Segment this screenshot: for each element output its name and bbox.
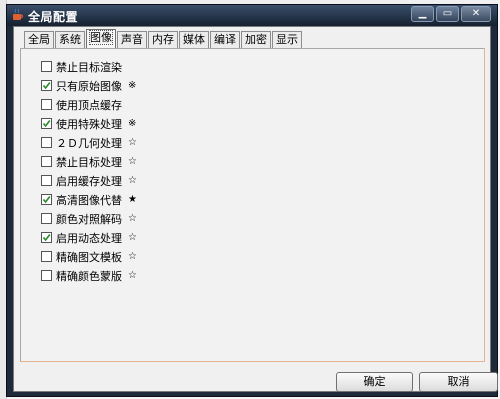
- star-outline-icon: ☆: [128, 175, 137, 186]
- option-label: 使用顶点缓存: [56, 98, 122, 112]
- title-bar[interactable]: 全局配置 ▁ ▭ ✕: [7, 5, 497, 26]
- cancel-button[interactable]: 取消: [419, 372, 498, 392]
- tab-memory[interactable]: 内存: [148, 31, 178, 48]
- option-row[interactable]: 颜色对照解码 ☆: [41, 209, 137, 228]
- tab-label: 加密: [245, 33, 267, 46]
- option-row[interactable]: 启用动态处理 ☆: [41, 228, 137, 247]
- checkbox[interactable]: [41, 270, 52, 281]
- checkbox-checked[interactable]: [41, 118, 52, 129]
- tab-strip: 全局 系统 图像 声音 内存 媒体 编译 加密 显示: [24, 29, 303, 49]
- tab-image[interactable]: 图像: [86, 29, 116, 48]
- settings-dialog: 全局配置 ▁ ▭ ✕ 全局 系统 图像 声音 内存 媒体 编译 加密 显示 禁止目标渲染 只有原始…: [6, 4, 498, 397]
- star-outline-icon: ☆: [128, 156, 137, 167]
- option-label: 启用缓存处理: [56, 174, 122, 188]
- option-row[interactable]: 使用顶点缓存: [41, 95, 137, 114]
- option-row[interactable]: ２Ｄ几何处理 ☆: [41, 133, 137, 152]
- star-outline-icon: ☆: [128, 232, 137, 243]
- tab-encrypt[interactable]: 加密: [241, 31, 271, 48]
- tab-system[interactable]: 系统: [55, 31, 85, 48]
- maximize-icon[interactable]: ▭: [436, 6, 459, 22]
- checkmark-icon: [42, 234, 51, 242]
- tab-sound[interactable]: 声音: [117, 31, 147, 48]
- checkbox[interactable]: [41, 137, 52, 148]
- tab-label: 图像: [89, 30, 113, 45]
- tab-media[interactable]: 媒体: [179, 31, 209, 48]
- star-filled-icon: ★: [128, 194, 137, 205]
- tab-compile[interactable]: 编译: [210, 31, 240, 48]
- checkbox[interactable]: [41, 213, 52, 224]
- option-row[interactable]: 禁止目标处理 ☆: [41, 152, 137, 171]
- checkbox[interactable]: [41, 251, 52, 262]
- checkbox-checked[interactable]: [41, 80, 52, 91]
- checkbox[interactable]: [41, 156, 52, 167]
- tab-label: 编译: [214, 33, 236, 46]
- option-row[interactable]: 启用缓存处理 ☆: [41, 171, 137, 190]
- reference-mark-icon: ※: [128, 80, 137, 91]
- option-list: 禁止目标渲染 只有原始图像 ※ 使用顶点缓存 使用特殊处理 ※ ２Ｄ几何处理 ☆ 禁止目标处理 ☆…: [41, 57, 137, 285]
- option-label: 只有原始图像: [56, 79, 122, 93]
- reference-mark-icon: ※: [128, 118, 137, 129]
- option-label: 使用特殊处理: [56, 117, 122, 131]
- window-title: 全局配置: [28, 10, 79, 24]
- option-label: ２Ｄ几何处理: [56, 136, 122, 150]
- option-row[interactable]: 禁止目标渲染: [41, 57, 137, 76]
- option-row[interactable]: 精确颜色蒙版 ☆: [41, 266, 137, 285]
- tab-label: 系统: [59, 33, 81, 46]
- option-row[interactable]: 精确图文模板 ☆: [41, 247, 137, 266]
- tab-label: 声音: [121, 33, 143, 46]
- option-label: 高清图像代替: [56, 193, 122, 207]
- ok-button[interactable]: 确定: [336, 372, 413, 392]
- star-outline-icon: ☆: [128, 251, 137, 262]
- tab-panel-image: 禁止目标渲染 只有原始图像 ※ 使用顶点缓存 使用特殊处理 ※ ２Ｄ几何处理 ☆ 禁止目标处理 ☆…: [20, 48, 485, 362]
- option-label: 禁止目标处理: [56, 155, 122, 169]
- close-icon[interactable]: ✕: [461, 6, 491, 22]
- checkmark-icon: [42, 120, 51, 128]
- option-label: 精确图文模板: [56, 250, 122, 264]
- option-label: 精确颜色蒙版: [56, 269, 122, 283]
- star-outline-icon: ☆: [128, 213, 137, 224]
- checkbox[interactable]: [41, 175, 52, 186]
- checkbox[interactable]: [41, 61, 52, 72]
- checkmark-icon: [42, 196, 51, 204]
- option-label: 禁止目标渲染: [56, 60, 122, 74]
- tab-label: 全局: [28, 33, 50, 46]
- star-outline-icon: ☆: [128, 137, 137, 148]
- option-row[interactable]: 高清图像代替 ★: [41, 190, 137, 209]
- tab-display[interactable]: 显示: [272, 31, 302, 48]
- option-label: 启用动态处理: [56, 231, 122, 245]
- checkmark-icon: [42, 82, 51, 90]
- dialog-content: 全局 系统 图像 声音 内存 媒体 编译 加密 显示 禁止目标渲染 只有原始图像 ※ 使用顶点缓存 使用…: [13, 26, 498, 392]
- option-row[interactable]: 只有原始图像 ※: [41, 76, 137, 95]
- minimize-icon[interactable]: ▁: [411, 6, 434, 22]
- option-row[interactable]: 使用特殊处理 ※: [41, 114, 137, 133]
- checkbox-checked[interactable]: [41, 232, 52, 243]
- option-label: 颜色对照解码: [56, 212, 122, 226]
- tab-label: 显示: [276, 33, 298, 46]
- star-outline-icon: ☆: [128, 270, 137, 281]
- tab-global[interactable]: 全局: [24, 31, 54, 48]
- tab-label: 内存: [152, 33, 174, 46]
- java-cup-icon[interactable]: [11, 8, 25, 22]
- checkbox-checked[interactable]: [41, 194, 52, 205]
- checkbox[interactable]: [41, 99, 52, 110]
- tab-label: 媒体: [183, 33, 205, 46]
